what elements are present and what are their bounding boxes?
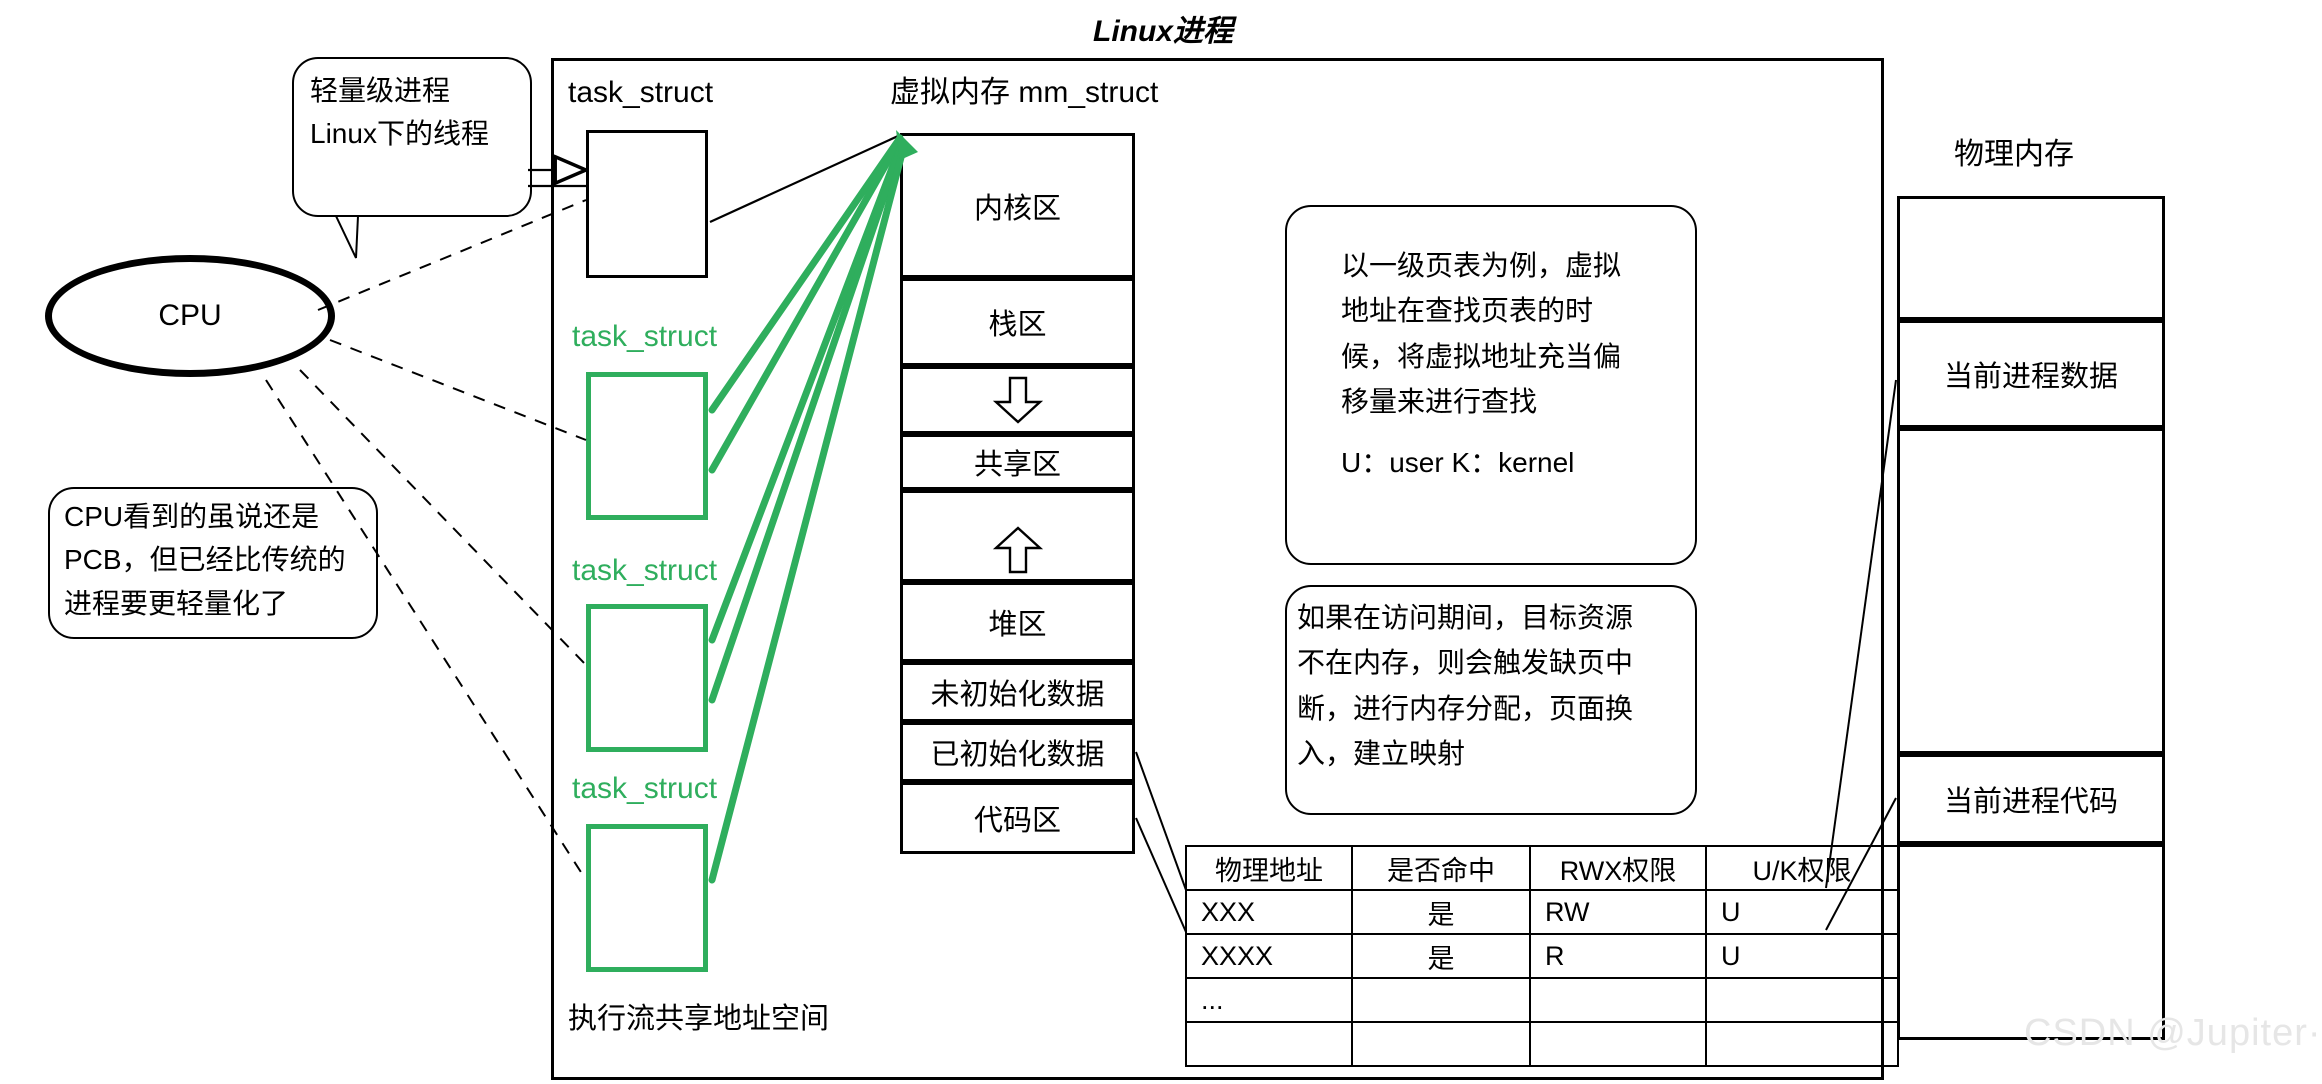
pm-segment-1-label: 当前进程数据	[1943, 361, 2118, 393]
task-struct-label-4: task_struct	[572, 772, 718, 805]
pm-segment-0	[1897, 196, 2165, 320]
callout1-tail	[334, 215, 360, 259]
page-table-cell-3-0	[1185, 1021, 1353, 1067]
callout2-line-1: CPU看到的虽说还是	[64, 501, 320, 532]
note-page-fault: 如果在访问期间，目标资源 不在内存，则会触发缺页中 断，进行内存分配，页面换 入…	[1285, 585, 1697, 815]
vm-segment-data-label: 已初始化数据	[930, 739, 1105, 771]
page-table-cell-1-0: XXXX	[1185, 933, 1353, 979]
page-table-cell-3-2	[1529, 1021, 1707, 1067]
callout-line-1: 轻量级进程	[310, 75, 451, 106]
table-row: XXX 是 RW U	[1185, 889, 1899, 935]
page-table-cell-1-1: 是	[1351, 933, 1531, 979]
vm-segment-heap-label: 堆区	[988, 609, 1047, 641]
vm-segment-kernel: 内核区	[900, 133, 1135, 278]
vm-segment-text-label: 代码区	[973, 805, 1061, 837]
callout-cpu-pcb: CPU看到的虽说还是 PCB，但已经比传统的 进程要更轻量化了	[48, 487, 378, 639]
vm-segment-shared-label: 共享区	[973, 449, 1061, 481]
page-table-cell-0-2: RW	[1529, 889, 1707, 935]
vm-segment-grow-down	[900, 366, 1135, 434]
note2-line-3: 断，进行内存分配，页面换	[1297, 692, 1634, 724]
task-struct-label-1: task_struct	[568, 76, 714, 109]
note2-line-4: 入，建立映射	[1297, 738, 1466, 770]
page-table-cell-3-1	[1351, 1021, 1531, 1067]
vm-segment-text: 代码区	[900, 782, 1135, 854]
cpu-node: CPU	[45, 255, 335, 377]
note2-line-1: 如果在访问期间，目标资源	[1297, 602, 1634, 633]
page-table-cell-2-0: ...	[1185, 977, 1353, 1023]
vm-segment-stack: 栈区	[900, 278, 1135, 366]
vm-segment-heap: 堆区	[900, 582, 1135, 662]
page-table-header-1: 是否命中	[1351, 845, 1531, 891]
page-table-cell-2-2	[1529, 977, 1707, 1023]
csdn-watermark: CSDN @Jupiter·	[2024, 1012, 2322, 1054]
note1-line-3: 候，将虚拟地址充当偏	[1341, 340, 1622, 372]
pm-segment-current-process-code: 当前进程代码	[1897, 754, 2165, 844]
cpu-label: CPU	[158, 299, 222, 332]
pm-segment-2	[1897, 428, 2165, 754]
page-table-cell-3-3	[1705, 1021, 1899, 1067]
shared-address-space-label: 执行流共享地址空间	[568, 1003, 830, 1035]
vm-segment-kernel-label: 内核区	[973, 192, 1061, 225]
note1-line-1: 以一级页表为例，虚拟	[1341, 250, 1622, 281]
task-struct-box-2	[586, 372, 708, 520]
vm-segment-bss: 未初始化数据	[900, 662, 1135, 722]
table-row	[1185, 1021, 1899, 1067]
task-struct-box-3	[586, 604, 708, 752]
vm-segment-data: 已初始化数据	[900, 722, 1135, 782]
vm-segment-grow-up	[900, 490, 1135, 582]
arrow-up-icon	[992, 526, 1043, 574]
note2-line-2: 不在内存，则会触发缺页中	[1297, 647, 1634, 679]
page-table-cell-2-3	[1705, 977, 1899, 1023]
task-struct-box-1	[586, 130, 708, 278]
page-table-cell-1-2: R	[1529, 933, 1707, 979]
note1-footer: U：user K：kernel	[1341, 447, 1575, 479]
callout-lightweight-process: 轻量级进程 Linux下的线程	[292, 57, 532, 217]
pm-segment-4	[1897, 844, 2165, 1040]
page-table-cell-2-1	[1351, 977, 1531, 1023]
callout2-line-3: 进程要更轻量化了	[64, 587, 289, 619]
page-table-header-row: 物理地址 是否命中 RWX权限 U/K权限	[1185, 845, 1899, 891]
vm-segment-stack-label: 栈区	[988, 309, 1047, 341]
physical-memory-header: 物理内存	[1954, 138, 2074, 171]
diagram-canvas: Linux进程 CPU 轻量级进程 Linux下的线程 CPU看到的虽说还是 P…	[0, 0, 2322, 1084]
page-table-cell-0-3: U	[1705, 889, 1899, 935]
arrow-down-icon	[992, 376, 1043, 424]
vm-segment-bss-label: 未初始化数据	[930, 679, 1105, 711]
callout-line-2: Linux下的线程	[310, 118, 489, 150]
cpu-to-task2-line	[329, 339, 587, 441]
page-table: 物理地址 是否命中 RWX权限 U/K权限 XXX 是 RW U XXXX 是 …	[1185, 845, 1899, 1067]
task-struct-label-2: task_struct	[572, 320, 718, 353]
page-table-header-2: RWX权限	[1529, 845, 1707, 891]
pm-segment-3-label: 当前进程代码	[1943, 786, 2118, 818]
vm-segment-shared: 共享区	[900, 434, 1135, 490]
task-struct-label-3: task_struct	[572, 554, 718, 587]
note1-line-2: 地址在查找页表的时	[1341, 295, 1594, 327]
table-row: ...	[1185, 977, 1899, 1023]
diagram-title: Linux进程	[1093, 15, 1233, 48]
task-struct-box-4	[586, 824, 708, 972]
callout2-line-2: PCB，但已经比传统的	[64, 544, 346, 576]
page-table-cell-0-1: 是	[1351, 889, 1531, 935]
pm-segment-current-process-data: 当前进程数据	[1897, 320, 2165, 428]
note1-line-4: 移量来进行查找	[1341, 386, 1538, 418]
page-table-header-3: U/K权限	[1705, 845, 1899, 891]
page-table-cell-1-3: U	[1705, 933, 1899, 979]
note-page-table: 以一级页表为例，虚拟 地址在查找页表的时 候，将虚拟地址充当偏 移量来进行查找 …	[1285, 205, 1697, 565]
virtual-memory-header: 虚拟内存 mm_struct	[890, 76, 1159, 109]
page-table-header-0: 物理地址	[1185, 845, 1353, 891]
page-table-cell-0-0: XXX	[1185, 889, 1353, 935]
table-row: XXXX 是 R U	[1185, 933, 1899, 979]
